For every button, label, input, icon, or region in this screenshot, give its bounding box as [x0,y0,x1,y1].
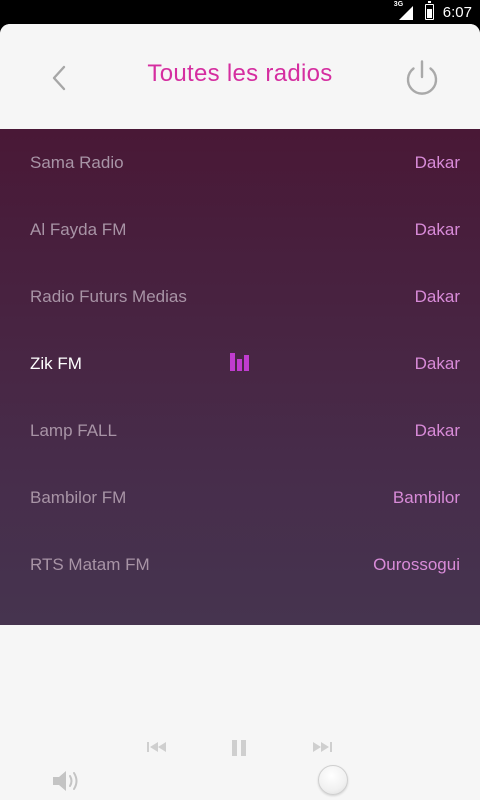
status-bar: 3G 6:07 [0,0,480,24]
radio-city: Ourossogui [373,555,460,574]
app-card: Toutes les radios Sama Radio Dakar Al Fayd… [0,24,480,800]
radio-row[interactable]: Lamp FALL Dakar [0,397,480,464]
power-button[interactable] [402,58,442,98]
radio-city: Dakar [414,220,460,239]
player-bar [0,625,480,800]
radio-name: Sama Radio [30,153,124,172]
equalizer-icon [230,353,252,371]
radio-city: Bambilor [392,488,460,507]
radio-row[interactable]: Sama Radio Dakar [0,129,480,196]
radio-name: Radio Futurs Medias [30,287,187,306]
radio-name: Zik FM [30,354,82,373]
radio-row[interactable]: Radio Futurs Medias Dakar [0,263,480,330]
volume-slider-knob[interactable] [318,765,348,795]
radio-row[interactable]: Zik FM Dakar [0,330,480,397]
skip-previous-icon [147,742,166,752]
radio-row[interactable]: Dakarlive FMDakar [0,598,480,625]
volume-button[interactable] [50,767,82,795]
radio-row[interactable]: Al Fayda FM Dakar [0,196,480,263]
signal-icon: 3G [394,1,415,20]
previous-button[interactable] [146,740,168,754]
battery-icon [424,1,434,20]
radio-name: RTS Matam FM [30,555,150,574]
radio-name: Lamp FALL [30,421,117,440]
pause-button[interactable] [229,738,249,758]
radio-name: Bambilor FM [30,488,127,507]
skip-next-icon [313,742,332,752]
radio-list[interactable]: Sama Radio Dakar Al Fayda FM Dakar Radio Fut… [0,129,480,625]
clock: 6:07 [442,3,472,21]
radio-city: Dakar [414,287,460,306]
header: Toutes les radios [0,24,480,129]
radio-row[interactable]: RTS Matam FM Ourossogui [0,531,480,598]
power-icon [406,60,438,95]
radio-name: Al Fayda FM [30,220,127,239]
next-button[interactable] [311,740,333,754]
radio-city: Dakar [414,153,460,172]
radio-row[interactable]: Bambilor FM Bambilor [0,464,480,531]
volume-icon [53,771,78,791]
radio-city: Dakar [414,354,460,373]
radio-city: Dakar [414,421,460,440]
pause-icon [232,740,246,756]
